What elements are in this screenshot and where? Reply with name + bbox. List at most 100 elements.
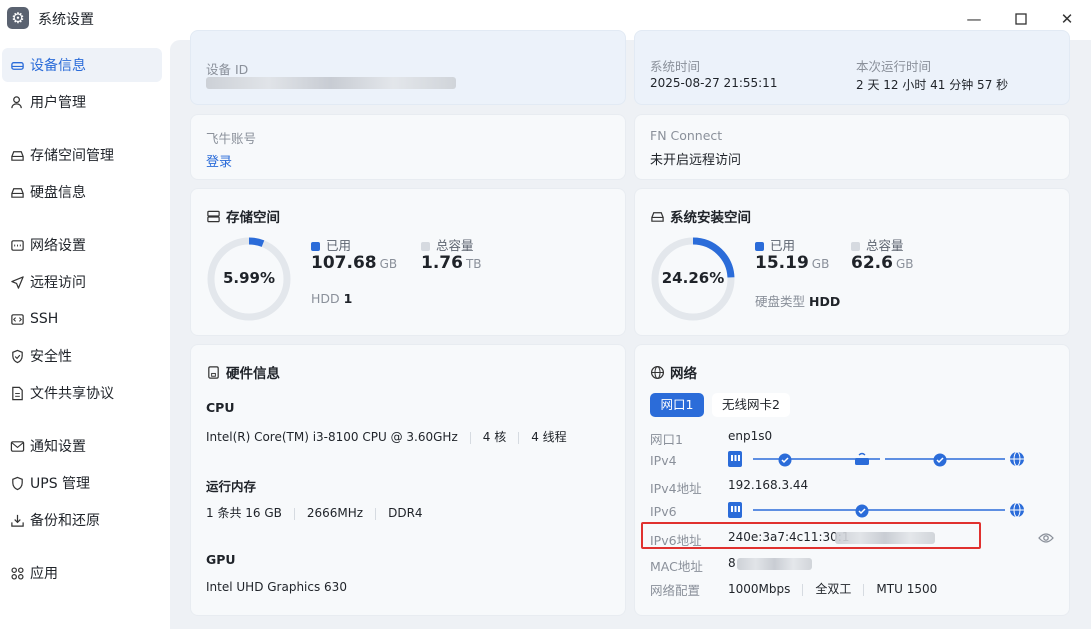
ipv4-label: IPv4	[650, 453, 677, 468]
eye-icon[interactable]	[1038, 532, 1054, 544]
sidebar-item-label: 存储空间管理	[30, 148, 114, 164]
storage-total-value: 1.76 TB	[421, 253, 482, 273]
uptime-value: 2 天 12 小时 41 分钟 57 秒	[856, 78, 1009, 92]
system-total-value: 62.6 GB	[851, 253, 913, 273]
fn-connect-card: FN Connect 未开启远程访问	[634, 114, 1070, 180]
used-unit: GB	[811, 257, 830, 271]
cpu-model: Intel(R) Core(TM) i3-8100 CPU @ 3.60GHz	[206, 430, 458, 444]
storage-title-text: 存储空间	[226, 210, 280, 226]
uptime-label: 本次运行时间	[856, 59, 932, 74]
sidebar-item-file-sharing[interactable]: 文件共享协议	[2, 376, 162, 410]
ipv4-address-value: 192.168.3.44	[728, 478, 809, 492]
system-time-value: 2025-08-27 21:55:11	[650, 76, 778, 90]
sidebar-item-label: 备份和还原	[30, 513, 100, 529]
mtu-value: MTU 1500	[876, 582, 938, 596]
storage-icon	[6, 146, 28, 164]
storage-card: 存储空间 5.99% 已用 总容量 107.68 GB 1.76 TB HDD 1	[190, 188, 626, 336]
ups-icon	[6, 474, 28, 492]
total-number: 1.76	[421, 253, 463, 273]
disk-icon	[6, 183, 28, 201]
legend-swatch	[421, 242, 430, 251]
system-used-legend: 已用	[755, 235, 795, 254]
used-number: 15.19	[755, 253, 809, 273]
sidebar-item-backup[interactable]: 备份和还原	[2, 503, 162, 537]
ipv6-highlight-box	[641, 522, 981, 549]
sidebar-item-ssh[interactable]: SSH	[2, 302, 162, 336]
network-title-text: 网络	[670, 366, 697, 382]
backup-icon	[6, 511, 28, 529]
network-icon	[6, 236, 28, 254]
sidebar-item-users[interactable]: 用户管理	[2, 85, 162, 119]
login-link[interactable]: 登录	[206, 151, 232, 170]
sidebar-item-apps[interactable]: 应用	[2, 556, 162, 590]
legend-swatch	[311, 242, 320, 251]
gpu-label: GPU	[206, 552, 236, 567]
hdd-label: HDD	[311, 291, 340, 306]
sidebar-item-device-info[interactable]: 设备信息	[2, 48, 162, 82]
mem-total: 1 条共 16 GB	[206, 506, 282, 520]
hardware-icon	[208, 365, 219, 379]
network-title: 网络	[650, 362, 697, 382]
disk-icon	[651, 211, 664, 222]
legend-label: 已用	[326, 238, 352, 253]
system-space-title-text: 系统安装空间	[670, 210, 751, 226]
sidebar-item-storage[interactable]: 存储空间管理	[2, 138, 162, 172]
network-config-value: 1000Mbps 全双工 MTU 1500	[728, 580, 937, 597]
ipv6-label: IPv6	[650, 504, 677, 519]
close-button[interactable]: ✕	[1055, 8, 1079, 30]
tab-wireless-2[interactable]: 无线网卡2	[712, 393, 790, 417]
sidebar-item-network[interactable]: 网络设置	[2, 228, 162, 262]
maximize-button[interactable]	[1009, 8, 1033, 30]
system-used-value: 15.19 GB	[755, 253, 829, 273]
system-time-label: 系统时间	[650, 59, 701, 74]
sidebar-item-remote-access[interactable]: 远程访问	[2, 265, 162, 299]
total-unit: GB	[895, 257, 914, 271]
legend-label: 总容量	[866, 238, 904, 253]
memory-label: 运行内存	[206, 479, 257, 494]
disk-type-label: 硬盘类型	[755, 294, 806, 309]
mem-freq: 2666MHz	[306, 506, 364, 520]
link-speed: 1000Mbps	[728, 582, 791, 596]
account-card: 飞牛账号 登录	[190, 114, 626, 180]
sidebar-item-disks[interactable]: 硬盘信息	[2, 175, 162, 209]
minimize-button[interactable]: —	[962, 8, 986, 30]
sidebar: 设备信息 用户管理 存储空间管理 硬盘信息 网络设置 远程访问 SSH 安全性 …	[0, 40, 170, 629]
storage-used-value: 107.68 GB	[311, 253, 397, 273]
tab-port-1[interactable]: 网口1	[650, 393, 704, 417]
cpu-info: Intel(R) Core(TM) i3-8100 CPU @ 3.60GHz 4…	[206, 428, 567, 445]
disk-type: 硬盘类型 HDD	[755, 291, 840, 310]
system-space-card: 系统安装空间 24.26% 已用 总容量 15.19 GB 62.6 GB 硬盘类型…	[634, 188, 1070, 336]
cpu-cores: 4 核	[482, 430, 507, 444]
user-icon	[6, 93, 28, 111]
used-number: 107.68	[311, 253, 377, 273]
port-label: 网口1	[650, 432, 683, 447]
hardware-card: 硬件信息 CPU Intel(R) Core(TM) i3-8100 CPU @…	[190, 344, 626, 616]
legend-label: 总容量	[436, 238, 474, 253]
cpu-label: CPU	[206, 400, 235, 415]
sidebar-item-notifications[interactable]: 通知设置	[2, 429, 162, 463]
disk-type-value: HDD	[809, 294, 841, 309]
ssh-icon	[6, 310, 28, 328]
file-icon	[6, 384, 28, 402]
hdd-count: 1	[343, 291, 353, 306]
sidebar-item-label: 应用	[30, 566, 58, 582]
system-space-title: 系统安装空间	[650, 206, 751, 226]
storage-percent: 5.99%	[222, 269, 276, 287]
sidebar-item-label: 用户管理	[30, 95, 86, 111]
account-label: 飞牛账号	[206, 131, 257, 146]
ipv4-topology	[728, 451, 1024, 467]
sidebar-item-ups[interactable]: UPS 管理	[2, 466, 162, 500]
port-value: enp1s0	[728, 429, 773, 443]
sidebar-item-label: 远程访问	[30, 275, 86, 291]
mac-address-label: MAC地址	[650, 559, 703, 574]
total-number: 62.6	[851, 253, 893, 273]
gear-icon: ⚙	[7, 7, 29, 29]
main-content: 设备 ID 系统时间 2025-08-27 21:55:11 本次运行时间 2 …	[170, 30, 1091, 629]
memory-info: 1 条共 16 GB 2666MHz DDR4	[206, 504, 423, 521]
mac-address-value: 8	[728, 556, 736, 570]
total-unit: TB	[465, 257, 482, 271]
mail-icon	[6, 437, 28, 455]
shield-icon	[6, 347, 28, 365]
sidebar-item-security[interactable]: 安全性	[2, 339, 162, 373]
device-id-value-redacted	[206, 77, 456, 89]
